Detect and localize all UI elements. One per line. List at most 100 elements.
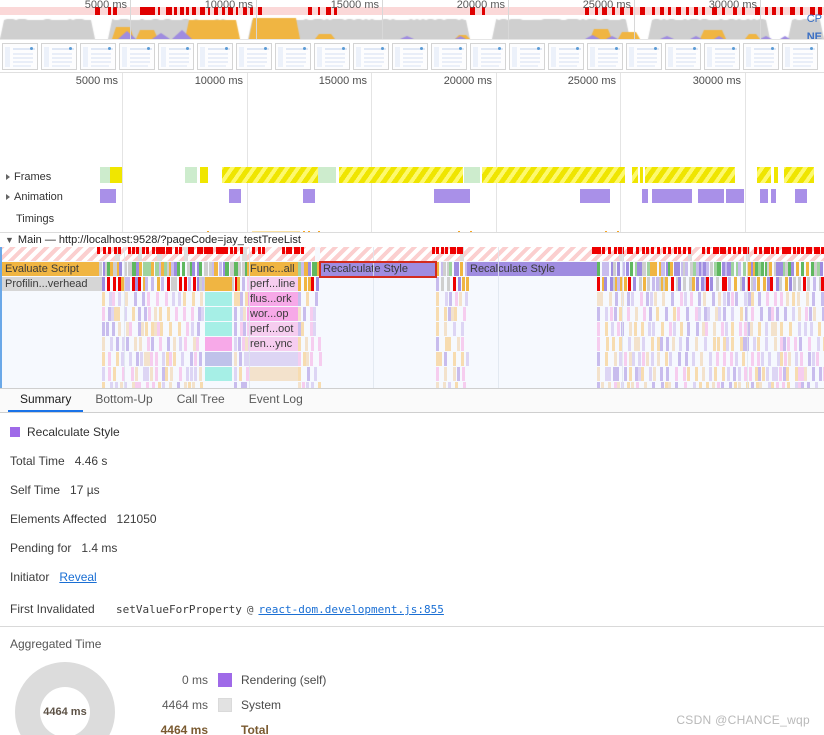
task-block[interactable] [320,247,460,261]
filmstrip-frame[interactable] [314,43,350,70]
flame-micro-block[interactable] [145,277,148,291]
animation-bar[interactable] [771,189,776,203]
task-red-marker[interactable] [142,247,145,254]
flame-micro-block[interactable] [734,277,737,291]
task-red-marker[interactable] [608,247,611,254]
flame-micro-block[interactable] [239,352,242,366]
flame-micro-block[interactable] [204,262,208,276]
flame-micro-block[interactable] [776,307,779,321]
flame-micro-block[interactable] [108,352,111,366]
flame-micro-block[interactable] [792,307,795,321]
flame-micro-block[interactable] [161,277,164,291]
flame-micro-block[interactable] [812,367,815,381]
frame-bar[interactable] [185,167,197,183]
filmstrip-frame[interactable] [743,43,779,70]
chevron-down-icon[interactable]: ▼ [5,235,14,245]
main-track-header[interactable]: ▼ Main — http://localhost:9528/?pageCode… [0,232,824,247]
flame-micro-block[interactable] [775,367,778,381]
filmstrip-frame[interactable] [353,43,389,70]
flame-micro-block[interactable] [758,292,761,306]
flame-micro-block[interactable] [151,262,154,276]
flame-micro-block[interactable] [444,352,447,366]
flame-micro-block[interactable] [184,337,187,351]
flame-micro-block[interactable] [138,307,141,321]
filmstrip-frame[interactable] [119,43,155,70]
flame-micro-block[interactable] [651,337,654,351]
flame-micro-block[interactable] [779,277,782,291]
flame-micro-block[interactable] [146,367,149,381]
function-call-block[interactable]: Func...all [247,262,298,276]
evaluate-script-block[interactable]: Evaluate Script [2,262,99,276]
timeline-overview[interactable]: 5000 ms 10000 ms 15000 ms 20000 ms 25000 ms 3… [0,0,824,39]
flame-micro-block[interactable] [597,262,600,276]
profiling-overhead-block[interactable]: Profilin...verhead [2,277,102,291]
task-red-marker[interactable] [234,247,237,254]
flame-micro-block[interactable] [162,352,165,366]
flame-micro-block[interactable] [696,277,699,291]
flame-micro-block[interactable] [723,352,726,366]
flame-micro-block[interactable] [461,337,464,351]
flame-micro-block[interactable] [458,277,461,291]
flame-micro-block[interactable] [765,337,768,351]
flame-micro-block[interactable] [680,292,683,306]
flame-micro-block[interactable] [174,277,177,291]
flame-micro-block[interactable] [753,337,756,351]
flame-micro-block[interactable] [234,352,237,366]
flame-micro-block[interactable] [457,337,460,351]
flame-micro-block[interactable] [763,277,766,291]
flame-micro-block[interactable] [310,352,313,366]
flame-micro-block[interactable] [175,307,178,321]
task-red-marker[interactable] [282,247,285,254]
animation-bar[interactable] [652,189,692,203]
flame-micro-block[interactable] [225,262,229,276]
flame-micro-block[interactable] [304,277,307,291]
flame-micro-block[interactable] [780,352,783,366]
flame-micro-block[interactable] [298,307,301,321]
flame-micro-block[interactable] [436,367,439,381]
flame-micro-block[interactable] [738,262,741,276]
flame-micro-block[interactable] [102,292,105,306]
flame-micro-block[interactable] [761,262,764,276]
flame-micro-block[interactable] [809,307,812,321]
filmstrip-frame[interactable] [704,43,740,70]
animation-bar[interactable] [698,189,724,203]
flame-micro-block[interactable] [319,352,322,366]
filmstrip-frame[interactable] [626,43,662,70]
flame-micro-block[interactable] [713,322,716,336]
flame-micro-block[interactable] [245,292,248,306]
flame-micro-block[interactable] [798,307,801,321]
task-red-marker[interactable] [733,247,736,254]
flame-micro-block[interactable] [151,277,154,291]
flame-micro-block[interactable] [165,367,168,381]
flame-micro-block[interactable] [139,337,142,351]
flame-micro-block[interactable] [804,367,807,381]
flame-micro-block[interactable] [192,292,195,306]
flame-micro-block[interactable] [150,367,153,381]
task-red-marker[interactable] [97,247,100,254]
flame-nested-block[interactable]: perf...oot [247,322,298,336]
flame-micro-block[interactable] [673,322,676,336]
flame-micro-block[interactable] [692,352,695,366]
flame-micro-block[interactable] [812,352,815,366]
task-red-marker[interactable] [103,247,106,254]
task-red-marker[interactable] [630,247,633,254]
flame-micro-block[interactable] [643,277,646,291]
flame-micro-block[interactable] [709,352,712,366]
flame-micro-block[interactable] [742,277,745,291]
filmstrip-track[interactable] [0,39,824,73]
initiator-reveal-link[interactable]: Reveal [59,570,96,584]
flame-micro-block[interactable] [641,322,644,336]
flame-micro-block[interactable] [172,292,175,306]
flame-micro-block[interactable] [612,337,615,351]
flame-micro-block[interactable] [613,262,616,276]
flame-micro-block[interactable] [731,322,734,336]
flame-micro-block[interactable] [771,307,774,321]
flame-micro-block[interactable] [234,322,237,336]
flame-micro-block[interactable] [117,307,120,321]
flame-micro-block[interactable] [127,277,130,291]
flame-micro-block[interactable] [661,322,664,336]
task-red-marker[interactable] [702,247,705,254]
flame-micro-block[interactable] [638,352,641,366]
flame-micro-block[interactable] [597,367,600,381]
flame-micro-block[interactable] [671,277,674,291]
